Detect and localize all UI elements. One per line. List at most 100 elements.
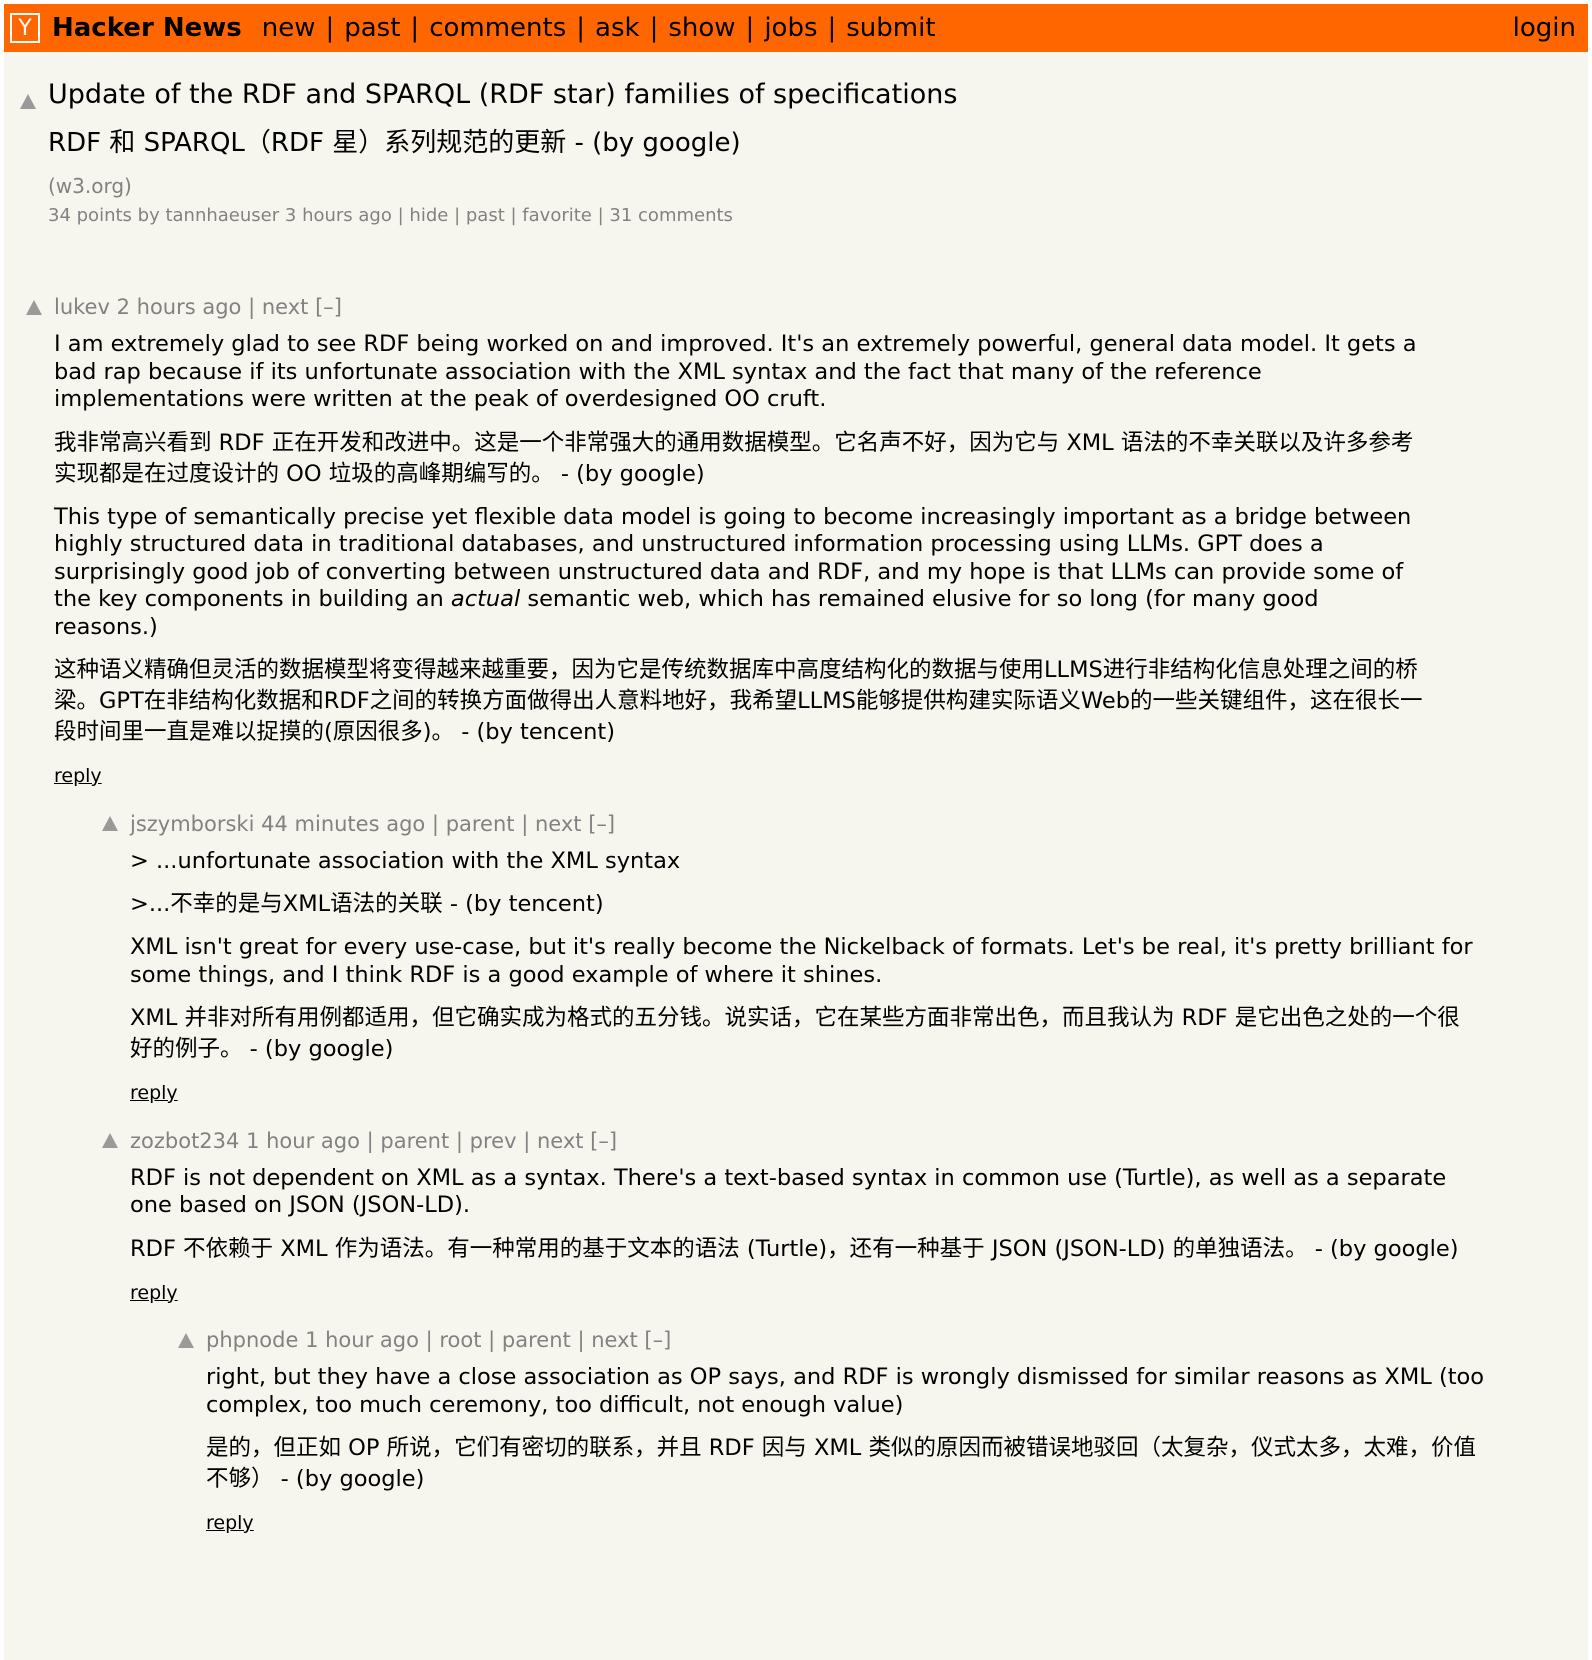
nav-comments[interactable]: comments — [429, 13, 566, 43]
nav-past[interactable]: past — [344, 13, 400, 43]
comment-text-translated: 是的，但正如 OP 所说，它们有密切的联系，并且 RDF 因与 XML 类似的原… — [206, 1435, 1476, 1492]
nav-links: new | past | comments | ask | show | job… — [262, 13, 936, 43]
nav-new[interactable]: new — [262, 13, 316, 43]
comment-age-link[interactable]: 1 hour ago — [305, 1328, 419, 1352]
story-by-label: by — [137, 205, 160, 226]
login-link[interactable]: login — [1513, 13, 1576, 43]
comment-upvote-icon[interactable] — [178, 1332, 194, 1348]
story-title-row: Update of the RDF and SPARQL (RDF star) … — [20, 78, 1588, 228]
comment-text-translated: >...不幸的是与XML语法的关联 - (by tencent) — [130, 891, 604, 917]
comment-collapse-toggle[interactable]: [–] — [588, 812, 615, 836]
comment-root-link[interactable]: root — [439, 1328, 481, 1352]
hn-container: Y Hacker News new | past | comments | as… — [4, 4, 1588, 1660]
story-upvote-icon[interactable] — [20, 91, 36, 110]
nav-separator: | — [410, 13, 420, 43]
y-logo-icon[interactable]: Y — [10, 13, 40, 43]
story-age-link[interactable]: 3 hours ago — [285, 205, 392, 226]
story-past-link[interactable]: past — [466, 205, 505, 226]
comment-parent-link[interactable]: parent — [446, 812, 515, 836]
comment-parent-link[interactable]: parent — [380, 1129, 449, 1153]
nav-separator: | — [325, 13, 335, 43]
comment-collapse-toggle[interactable]: [–] — [315, 295, 342, 319]
comment-next-link[interactable]: next — [262, 295, 309, 319]
comment-age-link[interactable]: 2 hours ago — [117, 295, 242, 319]
reply-link[interactable]: reply — [206, 1510, 254, 1538]
comment-header-separator: | — [449, 1128, 470, 1153]
top-bar: Y Hacker News new | past | comments | as… — [4, 4, 1588, 52]
comment-header-separator: | — [514, 811, 535, 836]
nav-separator: | — [576, 13, 586, 43]
subtext-separator: | — [597, 205, 610, 226]
comment-body: right, but they have a close association… — [178, 1364, 1488, 1538]
story-main: Update of the RDF and SPARQL (RDF star) … — [48, 78, 957, 228]
comment-text: RDF is not dependent on XML as a syntax.… — [130, 1164, 1447, 1219]
comment-next-link[interactable]: next — [591, 1328, 638, 1352]
comment-body: RDF is not dependent on XML as a syntax.… — [102, 1165, 1482, 1308]
comment-next-link[interactable]: next — [537, 1129, 584, 1153]
comment-text-translated: 这种语义精确但灵活的数据模型将变得越来越重要，因为它是传统数据库中高度结构化的数… — [54, 657, 1423, 745]
nav-jobs[interactable]: jobs — [764, 13, 817, 43]
nav-show[interactable]: show — [668, 13, 735, 43]
comment-upvote-icon[interactable] — [26, 299, 42, 315]
comment-text-translated: XML 并非对所有用例都适用，但它确实成为格式的五分钱。说实话，它在某些方面非常… — [130, 1005, 1460, 1062]
comment-header-separator: | — [418, 1328, 440, 1352]
comment-header: jszymborski 44 minutes ago | parent | ne… — [102, 811, 1482, 837]
comment-text: XML isn't great for every use-case, but … — [130, 934, 1473, 988]
comment-user-link[interactable]: zozbot234 — [130, 1129, 239, 1153]
comment: lukev 2 hours ago | next [–] I am extrem… — [26, 294, 1426, 791]
subtext-separator: | — [454, 205, 466, 226]
comment: zozbot234 1 hour ago | parent | prev | n… — [102, 1128, 1482, 1308]
reply-link[interactable]: reply — [130, 1280, 178, 1308]
nav-separator: | — [827, 13, 837, 43]
story-title[interactable]: Update of the RDF and SPARQL (RDF star) … — [48, 78, 957, 112]
comment-text: This type of semantically precise yet fl… — [54, 504, 1426, 642]
comment-parent-link[interactable]: parent — [502, 1328, 571, 1352]
story-subtext: 34 points by tannhaeuser 3 hours ago | h… — [48, 204, 957, 228]
story-favorite-link[interactable]: favorite — [522, 205, 592, 226]
subtext-separator: | — [397, 205, 410, 226]
comment-header-separator: | — [425, 811, 446, 836]
comment-header: zozbot234 1 hour ago | parent | prev | n… — [102, 1128, 1482, 1154]
reply-link[interactable]: reply — [130, 1080, 178, 1108]
comment-body: > ...unfortunate association with the XM… — [102, 848, 1482, 1108]
comment-next-link[interactable]: next — [535, 812, 582, 836]
reply-link[interactable]: reply — [54, 763, 102, 791]
story-user-link[interactable]: tannhaeuser — [165, 205, 279, 226]
comment-tree: lukev 2 hours ago | next [–] I am extrem… — [4, 294, 1588, 1538]
comment-user-link[interactable]: phpnode — [206, 1328, 298, 1352]
page: Y Hacker News new | past | comments | as… — [0, 0, 1592, 1660]
comment-header: lukev 2 hours ago | next [–] — [26, 294, 1426, 320]
comment-header-separator: | — [570, 1328, 592, 1352]
comment-collapse-toggle[interactable]: [–] — [590, 1129, 617, 1153]
story-comments-link[interactable]: 31 comments — [609, 205, 733, 226]
comment-header-separator: | — [516, 1128, 537, 1153]
comment: jszymborski 44 minutes ago | parent | ne… — [102, 811, 1482, 1108]
comment-header-separator: | — [241, 295, 262, 319]
comment-user-link[interactable]: lukev — [54, 295, 110, 319]
nav-separator: | — [745, 13, 755, 43]
comment-text-translated: RDF 不依赖于 XML 作为语法。有一种常用的基于文本的语法 (Turtle)… — [130, 1235, 1459, 1262]
comment-body: I am extremely glad to see RDF being wor… — [26, 331, 1426, 791]
site-title-link[interactable]: Hacker News — [52, 13, 242, 43]
comment-prev-link[interactable]: prev — [470, 1129, 517, 1153]
comment-collapse-toggle[interactable]: [–] — [644, 1328, 671, 1352]
comment-upvote-icon[interactable] — [102, 816, 118, 831]
comment-text: > ...unfortunate association with the XM… — [130, 847, 681, 874]
nav-submit[interactable]: submit — [846, 13, 935, 43]
nav-separator: | — [649, 13, 659, 43]
comment-age-link[interactable]: 44 minutes ago — [261, 812, 425, 836]
comment-header: phpnode 1 hour ago | root | parent | nex… — [178, 1327, 1488, 1353]
comment: phpnode 1 hour ago | root | parent | nex… — [178, 1327, 1488, 1538]
comment-user-link[interactable]: jszymborski — [130, 812, 254, 836]
comment-text-italic: actual — [450, 586, 521, 612]
nav-ask[interactable]: ask — [595, 13, 640, 43]
story-hide-link[interactable]: hide — [409, 205, 448, 226]
comment-age-link[interactable]: 1 hour ago — [246, 1129, 360, 1153]
story-site[interactable]: (w3.org) — [48, 174, 957, 198]
comment-header-separator: | — [359, 1128, 381, 1153]
story-title-translated: RDF 和 SPARQL（RDF 星）系列规范的更新 - (by google) — [48, 128, 741, 158]
comment-text: I am extremely glad to see RDF being wor… — [54, 331, 1417, 412]
comment-upvote-icon[interactable] — [102, 1133, 118, 1148]
story: Update of the RDF and SPARQL (RDF star) … — [4, 52, 1588, 228]
comment-text-translated: 我非常高兴看到 RDF 正在开发和改进中。这是一个非常强大的通用数据模型。它名声… — [54, 429, 1414, 487]
